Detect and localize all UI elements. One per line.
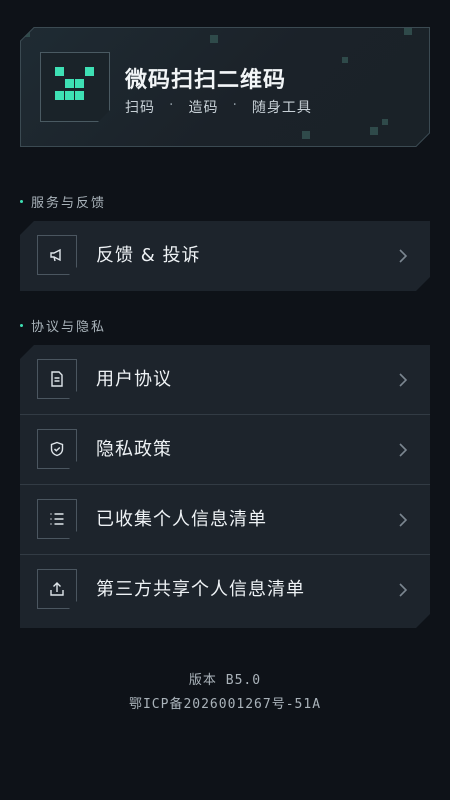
section-bullet (20, 324, 23, 327)
menu-item-label: 第三方共享个人信息清单 (96, 579, 305, 600)
icp-license-link[interactable]: 鄂ICP备2026001267号-51A (0, 693, 450, 712)
megaphone-icon (37, 235, 77, 275)
app-logo (40, 52, 110, 122)
chevron-right-icon (398, 442, 408, 458)
tagline-separator: · (232, 97, 238, 113)
chevron-right-icon (398, 512, 408, 528)
menu-item-feedback[interactable]: 反馈 & 投诉 (20, 221, 430, 291)
chevron-right-icon (398, 582, 408, 598)
tagline-tools: 随身工具 (251, 100, 312, 116)
app-tagline: 扫码 · 造码 · 随身工具 (125, 97, 312, 117)
share-upload-icon (37, 569, 77, 609)
tagline-create: 造码 (188, 100, 219, 116)
menu-item-privacy-policy[interactable]: 隐私政策 (20, 415, 430, 485)
version-text: 版本 B5.0 (188, 673, 262, 688)
menu-item-collected-info[interactable]: 已收集个人信息清单 (20, 485, 430, 555)
section-title: 服务与反馈 (31, 196, 107, 211)
document-icon (37, 359, 77, 399)
menu-item-label: 反馈 & 投诉 (96, 245, 201, 266)
menu-item-third-party-sharing[interactable]: 第三方共享个人信息清单 (20, 555, 430, 625)
tagline-scan: 扫码 (125, 100, 155, 116)
app-header-card: 微码扫扫二维码 扫码 · 造码 · 随身工具 (20, 27, 430, 147)
section-label-feedback: 服务与反馈 (20, 192, 106, 211)
app-title: 微码扫扫二维码 (125, 68, 287, 93)
chevron-right-icon (398, 248, 408, 264)
menu-item-label: 已收集个人信息清单 (96, 509, 267, 530)
list-icon (37, 499, 77, 539)
menu-item-user-agreement[interactable]: 用户协议 (20, 345, 430, 415)
privacy-card: 用户协议 隐私政策 已收集个人信息清单 第三方共享个人信息清单 (20, 345, 430, 628)
section-title: 协议与隐私 (31, 320, 107, 335)
section-bullet (20, 200, 23, 203)
chevron-right-icon (398, 372, 408, 388)
menu-item-label: 用户协议 (96, 369, 172, 390)
menu-item-label: 隐私政策 (96, 439, 172, 460)
feedback-card: 反馈 & 投诉 (20, 221, 430, 291)
section-label-privacy: 协议与隐私 (20, 316, 106, 335)
tagline-separator: · (169, 97, 175, 113)
shield-icon (37, 429, 77, 469)
